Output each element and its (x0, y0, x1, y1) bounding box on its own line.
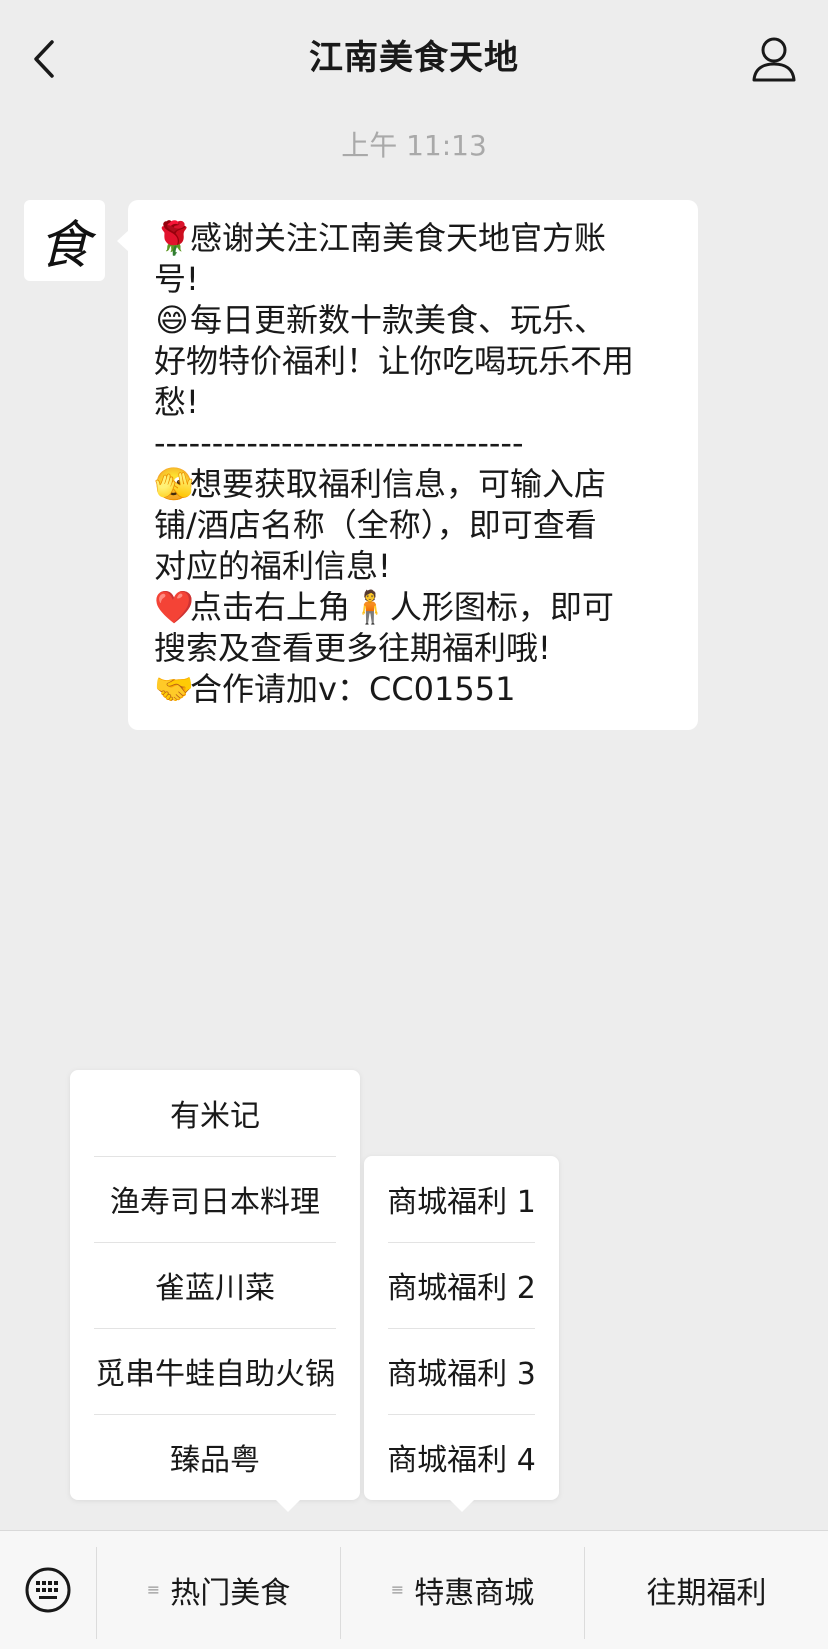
emoji-icon: 🫣 (154, 465, 194, 503)
message-line: ❤️点击右上角🧍人形图标，即可 (154, 587, 672, 628)
emoji-icon: 🤝 (154, 670, 194, 708)
message-line: 🌹感谢关注江南美食天地官方账 (154, 218, 672, 259)
message-line: 对应的福利信息! (154, 546, 672, 587)
submenu-item-hot-food[interactable]: 臻品粤 (70, 1414, 360, 1500)
message-line: 好物特价福利！让你吃喝玩乐不用 (154, 341, 672, 382)
emoji-icon: 😄 (155, 301, 189, 339)
menu-item-label: 特惠商城 (414, 1576, 535, 1611)
message-text: 对应的福利信息! (154, 547, 391, 585)
message-line: 搜索及查看更多往期福利哦! (154, 628, 672, 669)
submenu-lines-icon: ≡ (146, 1580, 161, 1599)
message-timestamp: 上午 11:13 (341, 129, 487, 162)
submenu-hot-food: 有米记 渔寿司日本料理 雀蓝川菜 觅串牛蛙自助火锅 臻品粤 (70, 1070, 360, 1512)
message-line: 铺/酒店名称（全称），即可查看 (154, 505, 672, 546)
message-text: 点击右上角🧍人形图标，即可 (190, 588, 614, 626)
menu-item-hot-food[interactable]: ≡ 热门美食 (97, 1531, 340, 1649)
message-text: 好物特价福利！让你吃喝玩乐不用 (154, 342, 635, 380)
header-bar: 江南美食天地 (0, 0, 828, 116)
avatar-char: 食 (38, 216, 91, 276)
message-text: 想要获取福利信息，可输入店 (190, 465, 607, 503)
message-bubble[interactable]: 🌹感谢关注江南美食天地官方账 号! 😄每日更新数十款美食、玩乐、 好物特价福利！让你吃… (117, 200, 698, 730)
submenu-item-hot-food[interactable]: 渔寿司日本料理 (70, 1156, 360, 1242)
message-text: 每日更新数十款美食、玩乐、 (190, 301, 607, 339)
submenu-item-mall[interactable]: 商城福利 1 (364, 1156, 559, 1242)
submenu-item-mall[interactable]: 商城福利 4 (364, 1414, 559, 1500)
menu-item-mall[interactable]: ≡ 特惠商城 (341, 1531, 584, 1649)
submenu-lines-icon: ≡ (390, 1580, 405, 1599)
avatar[interactable]: 食 (24, 200, 105, 281)
keyboard-icon (25, 1567, 71, 1613)
message-text: 铺/酒店名称（全称），即可查看 (154, 506, 597, 544)
submenu-item-hot-food[interactable]: 觅串牛蛙自助火锅 (70, 1328, 360, 1414)
message-text: 搜索及查看更多往期福利哦! (154, 629, 551, 667)
person-icon[interactable] (750, 34, 798, 84)
message-line: 🤝合作请加v：CC01551 (154, 669, 672, 710)
message-line: 🫣想要获取福利信息，可输入店 (154, 464, 672, 505)
page-title: 江南美食天地 (309, 38, 519, 78)
menu-item-label: 热门美食 (170, 1576, 291, 1611)
emoji-icon: 🌹 (154, 219, 194, 257)
emoji-icon: ❤️ (154, 588, 194, 626)
keyboard-toggle-button[interactable] (0, 1531, 96, 1649)
message-text: 合作请加v：CC01551 (190, 670, 516, 708)
submenu-item-hot-food[interactable]: 雀蓝川菜 (70, 1242, 360, 1328)
menu-item-past-benefits[interactable]: 往期福利 (585, 1531, 828, 1649)
message-line: -------------------------------- (154, 423, 672, 464)
message-text: 愁! (154, 383, 199, 421)
message-text: -------------------------------- (154, 424, 524, 462)
submenu-item-hot-food[interactable]: 有米记 (70, 1070, 360, 1156)
message-text: 感谢关注江南美食天地官方账 (190, 219, 607, 257)
message-line: 愁! (154, 382, 672, 423)
menu-item-label: 往期福利 (646, 1576, 767, 1611)
bottom-menu-bar: ≡ 热门美食 ≡ 特惠商城 往期福利 (0, 1530, 828, 1649)
submenu-item-mall[interactable]: 商城福利 2 (364, 1242, 559, 1328)
message-line: 号! (154, 259, 672, 300)
submenu-item-mall[interactable]: 商城福利 3 (364, 1328, 559, 1414)
message-text: 号! (154, 260, 199, 298)
message-line: 😄每日更新数十款美食、玩乐、 (154, 300, 672, 341)
submenu-mall: 商城福利 1 商城福利 2 商城福利 3 商城福利 4 (364, 1156, 559, 1512)
